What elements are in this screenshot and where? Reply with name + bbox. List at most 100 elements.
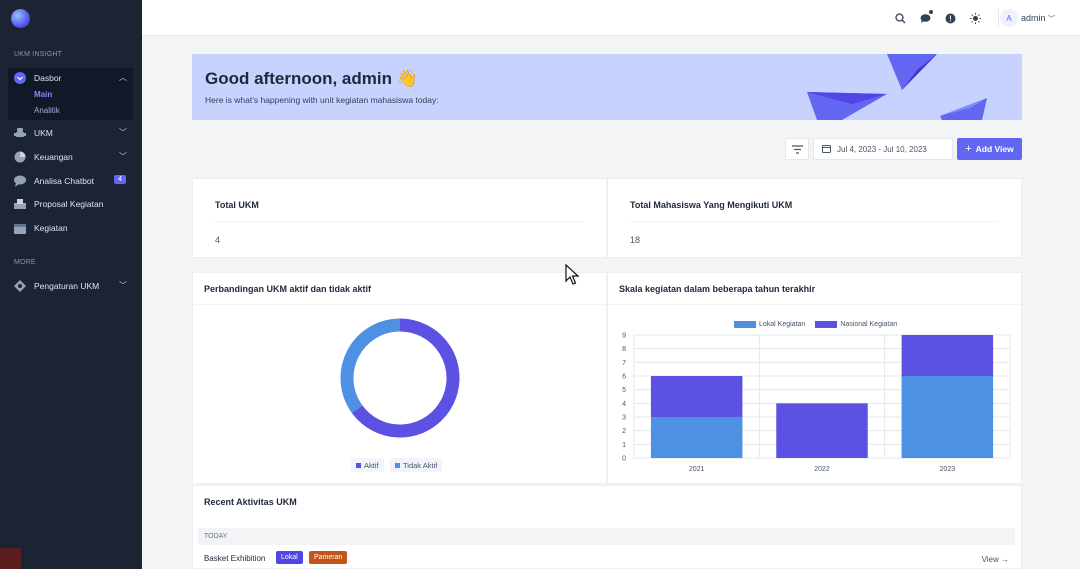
- calendar-icon: [822, 144, 831, 155]
- y-tick-label: 7: [622, 360, 626, 367]
- user-name: admin: [1021, 13, 1046, 23]
- info-icon[interactable]: [943, 11, 957, 25]
- sidebar-item-pengaturan-ukm[interactable]: Pengaturan UKM ﹀: [8, 276, 133, 296]
- y-tick-label: 5: [622, 387, 626, 394]
- avatar[interactable]: A: [1000, 9, 1018, 27]
- chevron-down-icon: ﹀: [119, 152, 127, 161]
- y-tick-label: 8: [622, 346, 626, 353]
- sidebar-item-label: Keuangan: [34, 152, 73, 162]
- bar-nasional-kegiatan-2022[interactable]: [776, 403, 868, 458]
- divider: [630, 221, 999, 222]
- sun-theme-icon[interactable]: [968, 11, 982, 25]
- robot-icon: [14, 127, 26, 139]
- notification-dot: [929, 10, 933, 14]
- y-tick-label: 3: [622, 415, 626, 422]
- dashboard-icon: [14, 72, 26, 84]
- stat-title: Total Mahasiswa Yang Mengikuti UKM: [630, 200, 793, 210]
- y-tick-label: 9: [622, 333, 626, 340]
- x-tick-label: 2021: [689, 466, 705, 473]
- sidebar-item-label: Pengaturan UKM: [34, 281, 100, 291]
- header-divider: [998, 9, 999, 27]
- y-tick-label: 1: [622, 442, 626, 449]
- submenu-dasbor: [8, 88, 133, 120]
- welcome-banner: Good afternoon, admin 👋 Here is what's h…: [192, 54, 1022, 120]
- sidebar-subitem-main[interactable]: Main: [34, 90, 52, 99]
- donut-chart-card: Perbandingan UKM aktif dan tidak aktif A…: [192, 272, 607, 484]
- legend-label: Tidak Aktif: [403, 460, 438, 470]
- legend-item-tidak-aktif[interactable]: Tidak Aktif: [390, 458, 443, 472]
- sidebar-item-label: Proposal Kegiatan: [34, 199, 104, 209]
- section-label-insight: UKM INSIGHT: [14, 51, 63, 58]
- recent-title: Recent Aktivitas UKM: [204, 497, 297, 507]
- chevron-down-icon: ﹀: [1048, 16, 1056, 23]
- messages-icon[interactable]: [918, 10, 933, 25]
- decorative-shapes-icon: [807, 54, 987, 120]
- date-range-value: Jul 4, 2023 - Jul 10, 2023: [837, 144, 927, 154]
- add-view-label: Add View: [975, 144, 1014, 154]
- legend-label: Aktif: [364, 460, 379, 470]
- bar-nasional-kegiatan-2021[interactable]: [650, 376, 743, 417]
- chat-bubble-icon: [14, 175, 26, 187]
- tag-pameran: Pameran: [309, 551, 348, 564]
- recent-activity-card: Recent Aktivitas UKM TODAY Basket Exhibi…: [192, 485, 1022, 569]
- bar-nasional-kegiatan-2023[interactable]: [901, 335, 994, 376]
- stat-title: Total UKM: [215, 200, 259, 210]
- chevron-up-icon: ︿: [119, 73, 127, 82]
- sidebar-item-proposal-kegiatan[interactable]: Proposal Kegiatan: [8, 194, 133, 214]
- y-tick-label: 4: [622, 401, 626, 408]
- chevron-down-icon: ﹀: [119, 128, 127, 137]
- filter-button[interactable]: [785, 138, 809, 160]
- app-logo[interactable]: [11, 9, 30, 28]
- activity-name: Basket Exhibition: [204, 554, 266, 563]
- sidebar-item-ukm[interactable]: UKM ﹀: [8, 123, 133, 143]
- stat-value: 18: [630, 235, 641, 245]
- y-tick-label: 6: [622, 374, 626, 381]
- filter-icon: [791, 144, 803, 154]
- calendar-icon: [14, 222, 26, 234]
- pie-chart-icon: [14, 151, 26, 163]
- y-tick-label: 2: [622, 428, 626, 435]
- sidebar: UKM INSIGHT Dasbor ︿ Main Analitik UKM ﹀…: [0, 0, 142, 569]
- stat-card-total-ukm: Total UKM 4: [192, 178, 607, 258]
- bar-lokal-kegiatan-2021[interactable]: [650, 417, 743, 458]
- date-range-picker[interactable]: Jul 4, 2023 - Jul 10, 2023: [813, 138, 953, 160]
- view-link[interactable]: View →: [982, 555, 1009, 564]
- chevron-down-icon: ﹀: [119, 281, 127, 290]
- search-icon[interactable]: [893, 11, 907, 25]
- stat-value: 4: [215, 235, 221, 245]
- sidebar-item-label: Analisa Chatbot: [34, 176, 95, 186]
- plus-icon: +: [965, 143, 972, 155]
- top-header: A admin ﹀: [142, 0, 1080, 36]
- x-tick-label: 2023: [940, 466, 956, 473]
- x-tick-label: 2022: [814, 466, 830, 473]
- donut-chart: [340, 318, 460, 438]
- chatbot-count-badge: 4: [114, 175, 126, 184]
- sidebar-item-keuangan[interactable]: Keuangan ﹀: [8, 147, 133, 167]
- bar-lokal-kegiatan-2023[interactable]: [901, 376, 994, 458]
- sidebar-item-kegiatan[interactable]: Kegiatan: [8, 218, 133, 238]
- greeting-title: Good afternoon, admin 👋: [205, 69, 418, 88]
- sidebar-subitem-analitik[interactable]: Analitik: [34, 106, 60, 115]
- stacked-bar-chart: 0 1 2 3 4 5 6 7 8 9 2021 2022 2023: [622, 333, 1011, 473]
- bar-chart-card: Skala kegiatan dalam beberapa tahun tera…: [607, 272, 1022, 484]
- mouse-cursor-icon: [565, 264, 580, 285]
- sidebar-item-label: Kegiatan: [34, 223, 68, 233]
- section-label-more: MORE: [14, 259, 36, 266]
- add-view-button[interactable]: + Add View: [957, 138, 1022, 160]
- settings-diamond-icon: [14, 280, 26, 292]
- user-menu[interactable]: admin ﹀: [1021, 13, 1055, 24]
- donut-slice-tidak-aktif[interactable]: [340, 318, 401, 413]
- sidebar-item-dasbor[interactable]: Dasbor ︿: [8, 68, 133, 88]
- corner-widget: [0, 548, 21, 569]
- sidebar-item-label: UKM: [34, 128, 53, 138]
- tag-lokal: Lokal: [276, 551, 303, 564]
- greeting-subtitle: Here is what's happening with unit kegia…: [205, 95, 439, 105]
- divider: [215, 221, 584, 222]
- stat-card-total-mahasiswa: Total Mahasiswa Yang Mengikuti UKM 18: [607, 178, 1022, 258]
- legend-item-aktif[interactable]: Aktif: [351, 458, 384, 472]
- legend-swatch: [356, 462, 361, 468]
- y-tick-label: 0: [622, 456, 626, 463]
- sidebar-item-label: Dasbor: [34, 73, 62, 83]
- sidebar-item-analisa-chatbot[interactable]: Analisa Chatbot 4: [8, 171, 133, 191]
- inbox-icon: [14, 198, 26, 210]
